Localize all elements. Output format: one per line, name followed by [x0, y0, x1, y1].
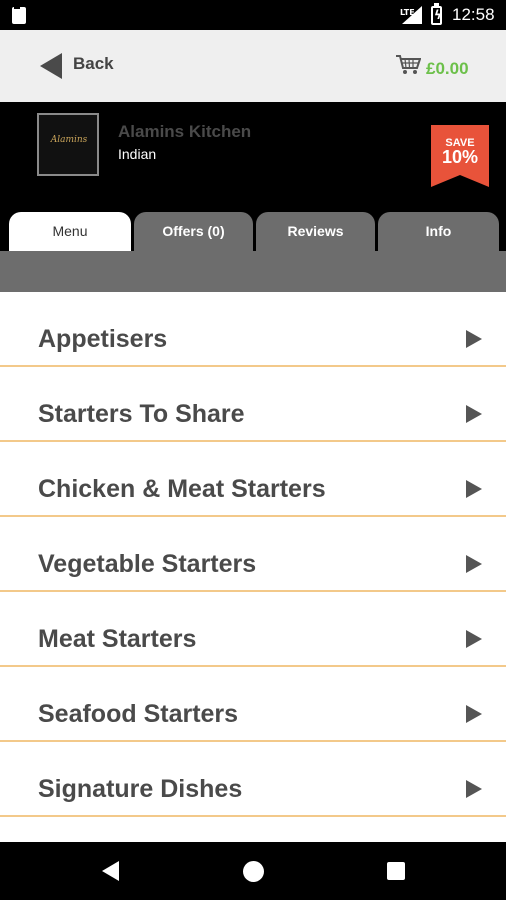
status-bar: LTE ϟ 12:58	[0, 0, 506, 30]
category-label: Starters To Share	[38, 400, 245, 428]
chevron-right-icon	[466, 780, 482, 798]
chevron-right-icon	[466, 405, 482, 423]
tab-menu[interactable]: Menu	[9, 212, 131, 252]
chevron-right-icon	[466, 705, 482, 723]
discount-badge: SAVE 10%	[431, 125, 489, 187]
category-label: Seafood Starters	[38, 700, 239, 728]
cart-total[interactable]: £0.00	[426, 59, 469, 79]
restaurant-name: Alamins Kitchen	[118, 122, 252, 141]
nav-back-icon[interactable]	[102, 861, 119, 881]
list-item[interactable]: Starters To Share	[0, 367, 506, 442]
system-nav-bar	[0, 842, 506, 900]
list-item[interactable]: Chicken & Meat Starters	[0, 442, 506, 517]
tab-info[interactable]: Info	[378, 212, 499, 252]
logo-text: Alamins	[50, 135, 88, 145]
nav-recents-icon[interactable]	[387, 862, 405, 880]
tab-reviews[interactable]: Reviews	[256, 212, 375, 252]
cart-icon[interactable]	[395, 54, 421, 76]
tab-content-header	[0, 251, 506, 292]
list-item[interactable]: Seafood Starters	[0, 667, 506, 742]
restaurant-header: Alamins Alamins Kitchen Indian SAVE 10%	[0, 102, 506, 212]
category-label: Appetisers	[38, 325, 168, 353]
status-time: 12:58	[452, 5, 495, 24]
chevron-right-icon	[466, 555, 482, 573]
restaurant-cuisine: Indian	[118, 146, 157, 162]
category-label: Signature Dishes	[38, 775, 243, 803]
restaurant-logo: Alamins	[37, 113, 99, 176]
list-item[interactable]: Vegetable Starters	[0, 517, 506, 592]
list-item[interactable]	[0, 817, 506, 842]
tab-offers[interactable]: Offers (0)	[134, 212, 253, 252]
badge-percent-text: 10%	[441, 147, 479, 167]
nav-home-icon[interactable]	[243, 861, 264, 882]
category-label: Meat Starters	[38, 625, 197, 653]
list-item[interactable]: Appetisers	[0, 292, 506, 367]
back-button[interactable]: Back	[73, 54, 114, 74]
chevron-right-icon	[466, 630, 482, 648]
chevron-right-icon	[466, 330, 482, 348]
menu-category-list: Appetisers Starters To Share Chicken & M…	[0, 292, 506, 842]
back-arrow-icon[interactable]	[40, 53, 62, 79]
sd-card-icon	[12, 5, 26, 24]
chevron-right-icon	[466, 480, 482, 498]
category-label: Vegetable Starters	[38, 550, 257, 578]
category-label: Chicken & Meat Starters	[38, 475, 326, 503]
battery-charging-icon: ϟ	[431, 3, 442, 25]
top-nav: Back £0.00	[0, 30, 506, 102]
list-item[interactable]: Signature Dishes	[0, 742, 506, 817]
list-item[interactable]: Meat Starters	[0, 592, 506, 667]
signal-icon	[402, 6, 422, 24]
